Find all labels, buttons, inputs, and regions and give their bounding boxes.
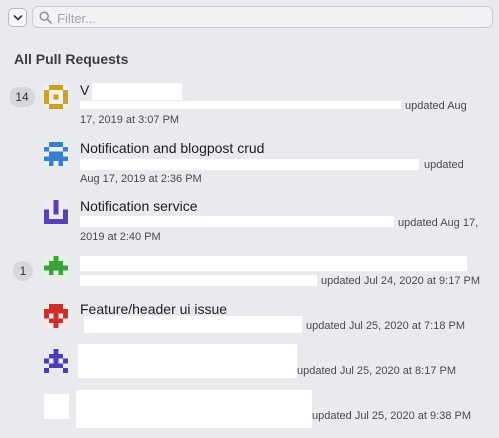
pr-title: V	[80, 82, 90, 98]
redacted-text	[78, 344, 297, 378]
search-icon	[39, 11, 52, 24]
updated-timestamp: Aug 17, 2019 at 2:36 PM	[80, 173, 202, 185]
group-count-badge: 1	[13, 261, 33, 281]
toolbar	[0, 0, 499, 34]
redacted-text	[80, 275, 317, 286]
redacted-text	[80, 159, 419, 170]
updated-timestamp: updated Jul 25, 2020 at 7:18 PM	[306, 320, 466, 332]
updated-timestamp: updated Jul 25, 2020 at 9:38 PM	[312, 410, 472, 422]
filter-input[interactable]	[55, 8, 489, 28]
updated-timestamp: updated Aug 17,	[398, 217, 479, 229]
redacted-text	[80, 256, 467, 271]
redacted-text	[80, 216, 394, 227]
redacted-text	[76, 390, 312, 428]
pr-title: Notification service	[80, 198, 198, 214]
updated-timestamp: 17, 2019 at 3:07 PM	[80, 114, 180, 126]
group-count-badge: 14	[9, 87, 35, 107]
redacted-text	[80, 101, 401, 109]
user-avatar-icon	[44, 349, 68, 373]
pr-title: Notification and blogpost crud	[80, 140, 265, 156]
user-avatar-icon	[44, 200, 68, 224]
user-avatar-icon	[44, 304, 68, 328]
filter-field[interactable]	[32, 6, 493, 28]
updated-timestamp: 2019 at 2:40 PM	[80, 231, 161, 243]
user-avatar-icon	[44, 394, 69, 419]
redacted-text	[92, 83, 182, 100]
updated-timestamp: updated Jul 25, 2020 at 8:17 PM	[297, 365, 457, 377]
chevron-down-icon	[13, 15, 23, 21]
user-avatar-icon	[44, 142, 68, 166]
updated-timestamp: updated Jul 24, 2020 at 9:17 PM	[321, 275, 481, 287]
section-title: All Pull Requests	[14, 51, 129, 67]
redacted-text	[84, 316, 302, 333]
pr-title: Feature/header ui issue	[80, 301, 228, 317]
updated-timestamp: updated	[424, 159, 464, 171]
updated-timestamp: updated Aug	[405, 100, 467, 112]
user-avatar-icon	[44, 85, 68, 109]
user-avatar-icon	[44, 256, 68, 280]
collapse-button[interactable]	[8, 8, 27, 27]
